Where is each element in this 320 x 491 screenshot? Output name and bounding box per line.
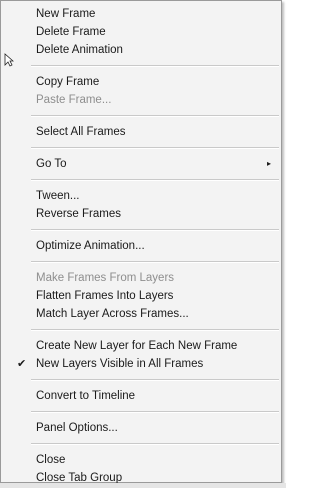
menu-separator: [31, 379, 279, 381]
check-icon: ✔: [17, 358, 27, 370]
menu-item-create-new-layer-each-frame[interactable]: Create New Layer for Each New Frame: [1, 337, 281, 355]
submenu-arrow-icon: ▸: [266, 159, 271, 168]
menu-group-frames: New Frame Delete Frame Delete Animation: [1, 1, 281, 63]
menu-group-panel: Panel Options...: [1, 415, 281, 441]
menu-separator: [31, 443, 279, 445]
menu-item-delete-frame[interactable]: Delete Frame: [1, 23, 281, 41]
menu-group-new-layer-options: Create New Layer for Each New Frame ✔ Ne…: [1, 333, 281, 377]
menu-group-convert: Convert to Timeline: [1, 383, 281, 409]
menu-item-optimize-animation[interactable]: Optimize Animation...: [1, 237, 281, 255]
menu-item-go-to-label: Go To: [36, 158, 67, 170]
mouse-cursor-icon: [4, 53, 14, 67]
menu-separator: [31, 329, 279, 331]
menu-item-paste-frame: Paste Frame...: [36, 94, 112, 106]
screen-edge: [0, 483, 286, 488]
menu-separator: [31, 261, 279, 263]
menu-separator: [31, 229, 279, 231]
menu-item-new-frame[interactable]: New Frame: [1, 5, 281, 23]
menu-item-match-layer-across-frames[interactable]: Match Layer Across Frames...: [1, 305, 281, 323]
menu-item-new-layers-visible[interactable]: ✔ New Layers Visible in All Frames: [1, 355, 281, 373]
menu-separator: [31, 411, 279, 413]
menu-group-select: Select All Frames: [1, 119, 281, 145]
menu-item-reverse-frames[interactable]: Reverse Frames: [1, 205, 281, 223]
menu-item-tween[interactable]: Tween...: [1, 187, 281, 205]
menu-item-convert-to-timeline[interactable]: Convert to Timeline: [1, 387, 281, 405]
menu-group-clipboard: Copy Frame Paste Frame...: [1, 69, 281, 113]
menu-group-layers: Make Frames From Layers Flatten Frames I…: [1, 265, 281, 327]
menu-item-close[interactable]: Close: [1, 451, 281, 469]
menu-group-optimize: Optimize Animation...: [1, 233, 281, 259]
menu-item-new-layers-visible-label: New Layers Visible in All Frames: [36, 358, 204, 370]
menu-item-panel-options[interactable]: Panel Options...: [1, 419, 281, 437]
menu-item-delete-animation[interactable]: Delete Animation: [1, 41, 281, 59]
menu-item-copy-frame[interactable]: Copy Frame: [1, 73, 281, 91]
menu-separator: [31, 179, 279, 181]
menu-item-flatten-frames-into-layers[interactable]: Flatten Frames Into Layers: [1, 287, 281, 305]
menu-item-select-all-frames[interactable]: Select All Frames: [1, 123, 281, 141]
menu-separator: [31, 115, 279, 117]
menu-group-goto: Go To ▸: [1, 151, 281, 177]
menu-separator: [31, 147, 279, 149]
menu-item-go-to[interactable]: Go To ▸: [1, 155, 281, 173]
menu-group-tween: Tween... Reverse Frames: [1, 183, 281, 227]
context-menu: New Frame Delete Frame Delete Animation …: [0, 0, 282, 484]
menu-item-make-frames-from-layers: Make Frames From Layers: [36, 272, 175, 284]
menu-separator: [31, 65, 279, 67]
